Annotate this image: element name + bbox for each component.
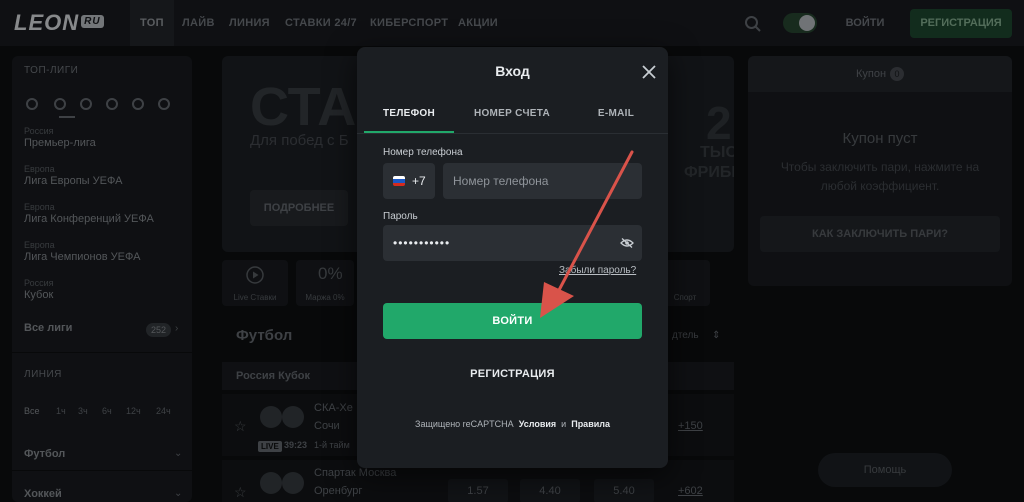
- modal-title: Вход: [495, 63, 530, 79]
- recaptcha-notice: Защищено reCAPTCHA Условия и Правила: [415, 419, 610, 429]
- password-input[interactable]: [383, 225, 642, 261]
- terms-link[interactable]: Условия: [519, 419, 556, 429]
- rules-link[interactable]: Правила: [571, 419, 610, 429]
- tab-email[interactable]: E-MAIL: [579, 103, 653, 133]
- login-submit-button[interactable]: ВОЙТИ: [383, 303, 642, 339]
- phone-input[interactable]: [443, 163, 642, 199]
- russia-flag-icon: [393, 176, 405, 186]
- password-label: Пароль: [383, 211, 418, 222]
- login-modal: Вход ТЕЛЕФОН НОМЕР СЧЕТА E-MAIL Номер те…: [357, 47, 668, 468]
- country-code-select[interactable]: +7: [383, 163, 435, 199]
- tab-phone[interactable]: ТЕЛЕФОН: [364, 103, 454, 133]
- tabs-divider: [357, 133, 668, 134]
- dial-code: +7: [412, 174, 426, 188]
- tab-account-number[interactable]: НОМЕР СЧЕТА: [462, 103, 562, 133]
- eye-off-icon[interactable]: [620, 238, 634, 248]
- close-icon[interactable]: [641, 64, 657, 80]
- register-button[interactable]: РЕГИСТРАЦИЯ: [383, 359, 642, 389]
- phone-label: Номер телефона: [383, 147, 463, 158]
- forgot-password-link[interactable]: Забыли пароль?: [559, 265, 636, 276]
